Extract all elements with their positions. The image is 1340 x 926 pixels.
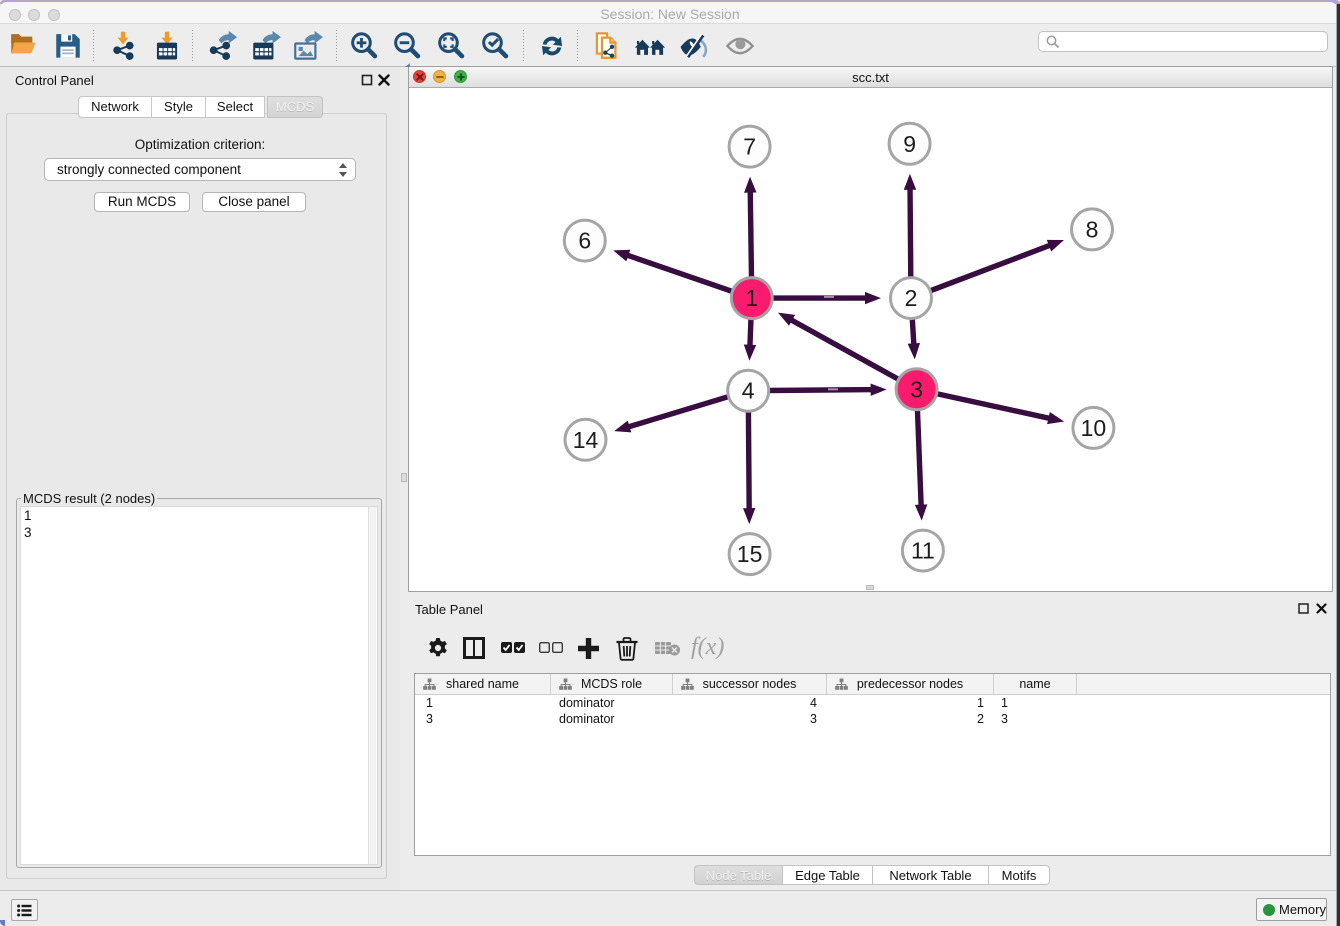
- svg-text:4: 4: [742, 378, 755, 404]
- svg-text:1: 1: [745, 285, 758, 311]
- svg-text:9: 9: [903, 131, 916, 157]
- svg-text:14: 14: [573, 427, 599, 453]
- svg-text:2: 2: [905, 285, 918, 311]
- svg-text:10: 10: [1081, 415, 1107, 441]
- svg-text:7: 7: [743, 134, 756, 160]
- svg-text:6: 6: [578, 228, 591, 254]
- svg-text:8: 8: [1086, 216, 1099, 242]
- svg-text:3: 3: [910, 376, 923, 402]
- svg-text:11: 11: [911, 538, 935, 564]
- svg-text:15: 15: [737, 541, 763, 567]
